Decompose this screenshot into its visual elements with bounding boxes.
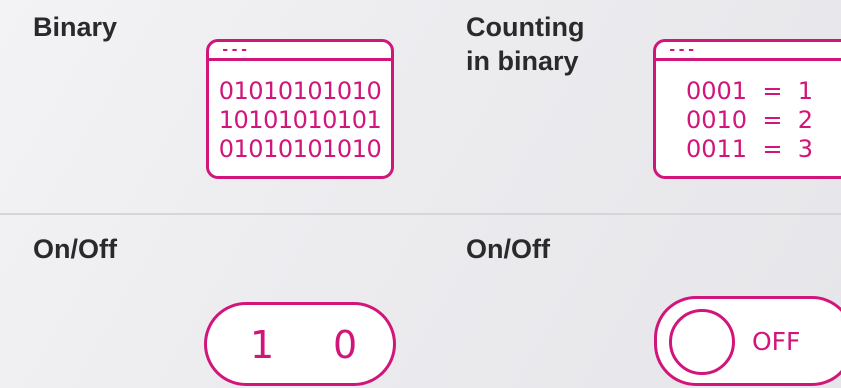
off-switch-icon: OFF (654, 296, 841, 386)
onoff-left-label: On/Off (33, 234, 117, 264)
titlebar-dashes: --- (221, 42, 250, 58)
binary-toggle-icon: 1 0 (204, 302, 396, 386)
onoff-right-label: On/Off (466, 234, 550, 264)
counting-window-icon: --- 0001 = 1 0010 = 2 0011 = 3 (653, 39, 841, 179)
count-line: 0011 = 3 (686, 134, 813, 163)
switch-knob (669, 309, 735, 375)
titlebar-dashes: --- (668, 42, 697, 58)
counting-window-body: 0001 = 1 0010 = 2 0011 = 3 (656, 64, 841, 176)
count-line: 0001 = 1 (686, 76, 813, 105)
toggle-on-digit: 1 (250, 323, 275, 367)
switch-state-label: OFF (752, 327, 801, 356)
binary-line: 10101010101 (218, 105, 382, 134)
binary-window-icon: --- 01010101010 10101010101 01010101010 (206, 39, 394, 179)
window-titlebar: --- (656, 42, 841, 61)
binary-line: 01010101010 (218, 76, 382, 105)
count-line: 0010 = 2 (686, 105, 813, 134)
binary-line: 01010101010 (218, 134, 382, 163)
binary-label: Binary (33, 12, 118, 42)
section-divider (0, 213, 841, 215)
window-titlebar: --- (209, 42, 391, 61)
counting-label: Counting in binary (466, 12, 585, 76)
toggle-off-digit: 0 (333, 323, 358, 367)
binary-window-body: 01010101010 10101010101 01010101010 (209, 64, 391, 176)
